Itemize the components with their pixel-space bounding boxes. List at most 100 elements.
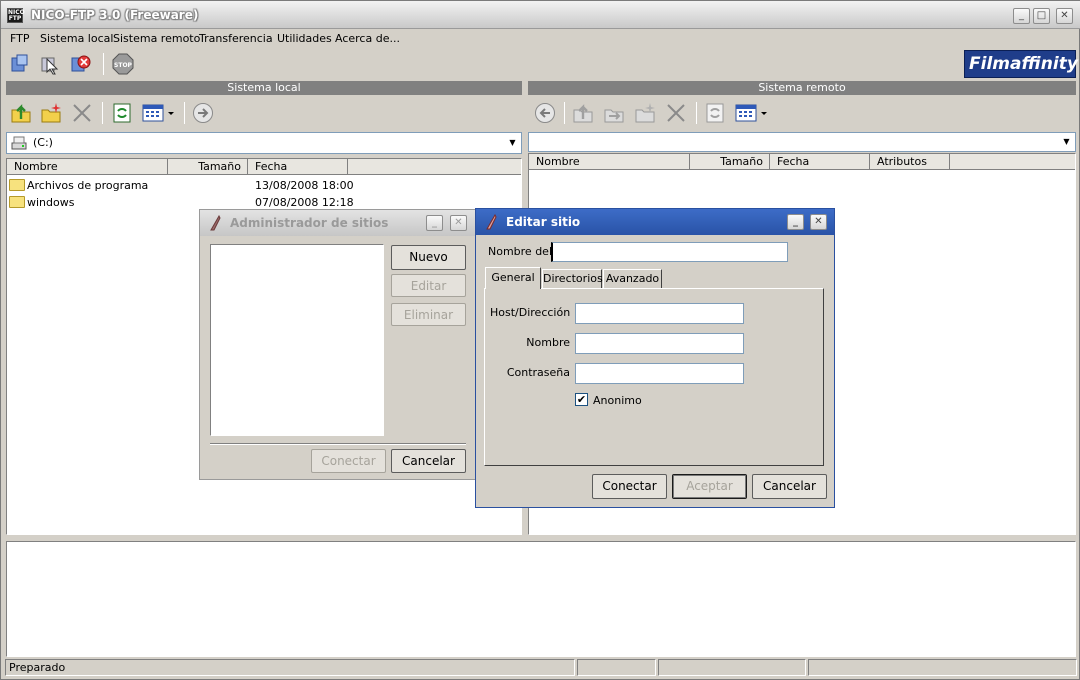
site-manager-title-bar[interactable]: Administrador de sitios _ ✕ <box>200 210 475 236</box>
site-name-input[interactable] <box>551 242 788 262</box>
maximize-icon: □ <box>1036 10 1047 21</box>
column-header-empty <box>950 154 1075 170</box>
site-manager-title: Administrador de sitios <box>230 216 389 230</box>
checkmark-icon: ✔ <box>576 393 587 406</box>
window-title: NICO-FTP 3.0 (Freeware) <box>31 8 199 22</box>
tab-panel-general: Host/Dirección Nombre Contraseña ✔ Anoni… <box>484 288 824 466</box>
column-header-name[interactable]: Nombre <box>529 154 690 170</box>
toolbar-separator <box>184 102 185 124</box>
refresh-icon[interactable] <box>111 102 133 124</box>
menu-transferencia[interactable]: Transferencia <box>199 32 273 45</box>
column-header-empty <box>348 159 521 175</box>
password-label: Contraseña <box>506 366 570 379</box>
minimize-button[interactable]: _ <box>787 214 804 230</box>
close-button[interactable]: ✕ <box>450 215 467 231</box>
app-icon: NICO FTP <box>7 8 25 23</box>
new-site-button[interactable]: Nuevo <box>391 245 466 270</box>
menu-utilidades[interactable]: Utilidades <box>277 32 332 45</box>
anonymous-checkbox[interactable]: ✔ <box>575 393 588 406</box>
view-mode-dropdown[interactable] <box>141 102 177 124</box>
remote-view-mode-dropdown[interactable] <box>734 102 770 124</box>
column-header-name[interactable]: Nombre <box>7 159 168 175</box>
close-button[interactable]: ✕ <box>810 214 827 230</box>
username-label: Nombre <box>526 336 570 349</box>
table-row[interactable]: Archivos de programa 13/08/2008 18:00 <box>9 177 521 194</box>
menu-sistema-remoto[interactable]: Sistema remoto <box>113 32 200 45</box>
remote-delete-icon[interactable] <box>665 102 687 124</box>
column-header-size[interactable]: Tamaño <box>168 159 248 175</box>
site-manager-dialog: Administrador de sitios _ ✕ Nuevo Editar… <box>199 209 476 480</box>
stop-button[interactable]: STOP <box>112 53 134 75</box>
connect-button[interactable]: Conectar <box>311 449 386 473</box>
feather-icon <box>484 213 498 233</box>
up-folder-icon[interactable] <box>10 102 32 124</box>
toolbar-separator <box>102 102 103 124</box>
close-button[interactable]: ✕ <box>1056 8 1073 24</box>
edit-site-title-bar[interactable]: Editar sitio _ ✕ <box>476 209 834 235</box>
edit-site-title: Editar sitio <box>506 215 581 229</box>
quick-connect-icon[interactable] <box>39 53 61 75</box>
username-input[interactable] <box>575 333 744 354</box>
tab-avanzado[interactable]: Avanzado <box>603 269 662 288</box>
accept-button[interactable]: Aceptar <box>672 474 747 499</box>
status-panel <box>577 659 656 676</box>
minimize-icon: _ <box>432 217 437 228</box>
remote-move-icon[interactable] <box>603 102 625 124</box>
toolbar-separator <box>564 102 565 124</box>
new-folder-icon[interactable] <box>40 102 62 124</box>
menu-ftp[interactable]: FTP <box>10 32 30 45</box>
maximize-button[interactable]: □ <box>1033 8 1050 24</box>
filmaffinity-logo[interactable]: Filmaffinity <box>964 50 1078 78</box>
local-drive-label: (C:) <box>33 136 53 149</box>
remote-panel-header: Sistema remoto <box>528 81 1076 95</box>
column-header-size[interactable]: Tamaño <box>690 154 770 170</box>
file-name: windows <box>27 196 75 209</box>
status-panel <box>658 659 806 676</box>
remote-path-select[interactable]: ▼ <box>528 132 1076 152</box>
password-input[interactable] <box>575 363 744 384</box>
column-header-date[interactable]: Fecha <box>770 154 870 170</box>
stop-icon-label: STOP <box>114 62 133 69</box>
remote-up-folder-icon[interactable] <box>572 102 594 124</box>
menu-acerca-de[interactable]: Acerca de... <box>335 32 400 45</box>
remote-refresh-icon[interactable] <box>704 102 726 124</box>
minimize-button[interactable]: _ <box>1013 8 1030 24</box>
disconnect-icon[interactable] <box>69 53 91 75</box>
transfer-right-icon[interactable] <box>192 102 214 124</box>
chevron-down-icon[interactable]: ▼ <box>1059 134 1074 150</box>
tab-general[interactable]: General <box>485 267 541 289</box>
chevron-down-icon[interactable]: ▼ <box>505 134 520 152</box>
local-toolbar <box>6 97 522 129</box>
cancel-button[interactable]: Cancelar <box>752 474 827 499</box>
toolbar-separator <box>103 53 104 75</box>
delete-icon[interactable] <box>71 102 93 124</box>
connect-icon[interactable] <box>9 53 31 75</box>
folder-icon <box>9 179 25 191</box>
column-header-date[interactable]: Fecha <box>248 159 348 175</box>
host-label: Host/Dirección <box>490 306 571 319</box>
local-drive-select[interactable]: (C:) ▼ <box>6 132 522 154</box>
cancel-button[interactable]: Cancelar <box>391 449 466 473</box>
folder-icon <box>9 196 25 208</box>
log-area[interactable] <box>6 541 1076 657</box>
tab-directorios[interactable]: Directorios <box>542 269 603 288</box>
transfer-left-icon[interactable] <box>534 102 556 124</box>
edit-site-dialog: Editar sitio _ ✕ Nombre del s General Di… <box>475 208 835 508</box>
title-bar[interactable]: NICO FTP NICO-FTP 3.0 (Freeware) _ □ ✕ <box>1 1 1080 29</box>
connect-button[interactable]: Conectar <box>592 474 667 499</box>
drive-icon <box>11 136 27 153</box>
delete-site-button[interactable]: Eliminar <box>391 303 466 326</box>
minimize-button[interactable]: _ <box>426 215 443 231</box>
column-header-attributes[interactable]: Atributos <box>870 154 950 170</box>
minimize-icon: _ <box>1019 10 1024 21</box>
host-input[interactable] <box>575 303 744 324</box>
anonymous-label: Anonimo <box>593 394 642 407</box>
site-list[interactable] <box>210 244 384 436</box>
close-icon: ✕ <box>1060 10 1069 21</box>
menu-sistema-local[interactable]: Sistema local <box>40 32 113 45</box>
status-panel <box>808 659 1077 676</box>
minimize-icon: _ <box>793 216 798 227</box>
remote-new-folder-icon[interactable] <box>634 102 656 124</box>
file-date: 13/08/2008 18:00 <box>255 179 354 192</box>
edit-site-button[interactable]: Editar <box>391 274 466 297</box>
